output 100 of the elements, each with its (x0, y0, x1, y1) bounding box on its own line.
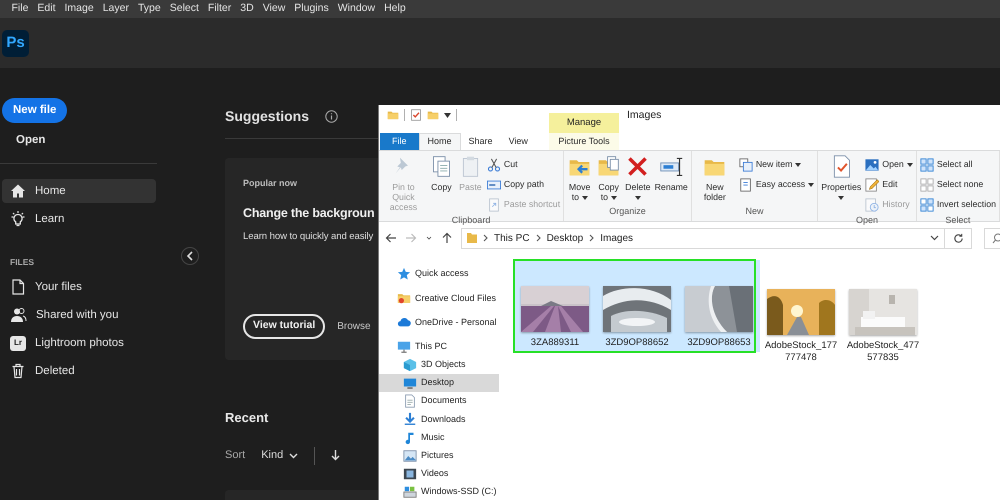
grid-icon (920, 198, 934, 212)
back-icon (385, 232, 397, 244)
menu-item[interactable]: Type (133, 1, 166, 17)
ribbon-button[interactable]: Copy to (594, 154, 624, 204)
sidebar-item[interactable]: Deleted (2, 359, 156, 384)
folder-icon (427, 109, 439, 121)
trash-icon (10, 363, 26, 380)
menu-item[interactable]: 3D (236, 1, 258, 17)
menu-item[interactable]: Edit (32, 1, 60, 17)
tree-item[interactable]: Downloads (379, 410, 499, 428)
sidebar-item[interactable]: Learn (2, 207, 156, 232)
menu-item[interactable]: Filter (203, 1, 236, 17)
ribbon-tab[interactable]: Home (418, 133, 461, 150)
ribbon-tab[interactable]: Share (460, 133, 501, 150)
ribbon-button[interactable]: Open (863, 155, 915, 174)
menu-item[interactable]: File (7, 1, 33, 17)
file-item[interactable]: 3ZD9OP88653 (678, 260, 760, 352)
ribbon-button[interactable]: Invert selection (918, 195, 998, 214)
ribbon-button[interactable]: Cut (484, 155, 562, 174)
scissors-icon (486, 158, 501, 172)
section-title: Suggestions (225, 107, 310, 126)
home-icon (10, 183, 26, 200)
ribbon-tab[interactable]: Picture Tools (549, 133, 619, 150)
address-bar[interactable]: This PC Desktop Images (461, 228, 945, 248)
file-item[interactable]: AdobeStock_477577835 (842, 260, 924, 368)
shortcut-icon (486, 198, 501, 212)
sort-direction-button[interactable] (331, 450, 340, 461)
tree-item[interactable]: Videos (379, 464, 499, 484)
ribbon-button[interactable]: Select all (918, 155, 998, 174)
ribbon-button[interactable]: New item (736, 155, 816, 174)
file-item[interactable]: 3ZA889311 (514, 260, 596, 352)
file-name: 3ZD9OP88652 (604, 337, 670, 349)
ribbon-button[interactable]: Delete (623, 154, 653, 204)
chevron-right-icon (536, 234, 541, 242)
sidebar-item[interactable]: Shared with you (2, 303, 156, 328)
menu-item[interactable]: View (258, 1, 290, 17)
sidebar-item[interactable]: Your files (2, 275, 156, 300)
breadcrumb[interactable]: This PC (494, 230, 530, 246)
tree-item[interactable]: Creative Cloud Files (379, 289, 499, 308)
group-label: New (744, 204, 765, 218)
ribbon-button[interactable]: Rename (652, 154, 690, 204)
breadcrumb[interactable]: Images (600, 230, 634, 246)
view-tutorial-button[interactable]: View tutorial (243, 314, 326, 339)
refresh-button[interactable] (944, 228, 972, 248)
chevron-right-icon (589, 234, 594, 242)
file-item[interactable]: AdobeStock_177777478 (760, 260, 842, 368)
sidebar-item[interactable]: Lr Lightroom photos (2, 331, 156, 356)
ribbon-button[interactable]: Move to (565, 154, 594, 204)
menu-item[interactable]: Layer (98, 1, 134, 17)
ribbon-button[interactable]: Edit (863, 175, 915, 194)
sidebar-item[interactable]: Home (2, 179, 156, 204)
section-heading: FILES (10, 256, 36, 270)
chevron-down-icon (930, 235, 939, 241)
ribbon-button[interactable]: Copy path (484, 175, 562, 194)
tree-item[interactable]: Music (379, 428, 499, 447)
chevron-down-icon (289, 452, 298, 458)
caret-icon (582, 196, 588, 200)
ribbon-button[interactable]: Easy access (736, 175, 816, 194)
file-item[interactable]: 3ZD9OP88652 (596, 260, 678, 352)
tree-item[interactable]: Windows-SSD (C:) (379, 483, 499, 500)
sort-dropdown[interactable]: Kind (261, 447, 298, 464)
section-title: Recent (225, 409, 268, 427)
menu-item[interactable]: Plugins (290, 1, 334, 17)
tree-item[interactable]: Quick access (379, 265, 499, 284)
ribbon-button[interactable]: Select none (918, 175, 998, 194)
film-icon (403, 466, 417, 481)
up-button[interactable] (441, 232, 453, 244)
tree-item[interactable]: 3D Objects (379, 356, 499, 374)
tree-item[interactable]: Documents (379, 392, 499, 410)
ribbon-button[interactable]: Properties (819, 154, 864, 214)
ribbon-tab[interactable]: File (380, 133, 419, 150)
menu-item[interactable]: Select (165, 1, 204, 17)
ribbon-tab[interactable]: View (500, 133, 536, 150)
menu-item[interactable]: Window (333, 1, 380, 17)
ribbon-button[interactable]: New folder (692, 154, 737, 204)
lightroom-icon: Lr (10, 336, 26, 351)
computer-icon (397, 340, 411, 354)
card-eyebrow: Popular now (243, 177, 297, 190)
tree-item[interactable]: OneDrive - Personal (379, 313, 499, 332)
picture-icon (403, 448, 417, 463)
tree-item[interactable]: This PC (379, 338, 499, 356)
tree-item[interactable]: Desktop (379, 374, 499, 392)
cloud-icon (397, 315, 411, 330)
tree-item[interactable]: Pictures (379, 446, 499, 465)
info-icon (325, 110, 338, 123)
browse-link[interactable]: Browse (337, 318, 371, 334)
up-icon (441, 232, 453, 244)
new-file-button[interactable]: New file (2, 98, 68, 124)
caret-icon (838, 196, 844, 200)
lightbulb-icon (10, 211, 26, 228)
ribbon-button[interactable]: Copy (426, 154, 456, 214)
picture-icon (865, 158, 880, 172)
collapse-button[interactable] (181, 247, 199, 265)
search-field[interactable] (984, 228, 1000, 248)
menu-item[interactable]: Image (60, 1, 98, 17)
open-link[interactable]: Open (16, 132, 46, 150)
back-button[interactable] (385, 232, 397, 244)
menu-item[interactable]: Help (380, 1, 410, 17)
chevron-left-icon (186, 251, 194, 261)
breadcrumb[interactable]: Desktop (546, 230, 584, 246)
